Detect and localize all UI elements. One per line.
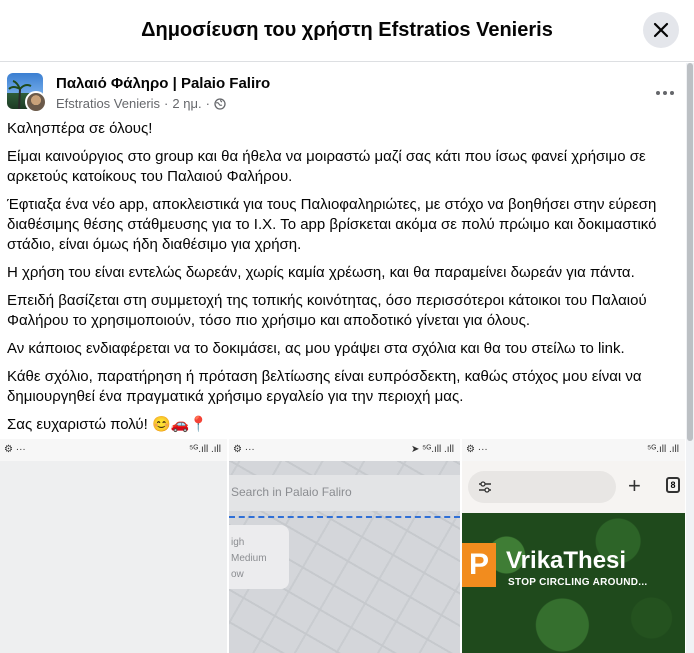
status-left: ⚙ ··· [466,444,488,455]
phone-status-bar: ⚙ ··· ⁵ᴳ.ıll .ıll [0,439,227,461]
post-paragraph: Καλησπέρα σε όλους! [7,120,153,137]
more-options-button[interactable] [653,81,677,105]
post-header: Παλαιό Φάληρο | Palaio Faliro Efstratios… [7,73,677,113]
post-paragraph: Κάθε σχόλιο, παρατήρηση ή πρόταση βελτίω… [7,368,642,405]
post-paragraph: Σας ευχαριστώ πολύ! 😊🚗📍 [7,416,208,433]
user-avatar[interactable] [25,91,47,113]
author-name-link[interactable]: Efstratios Venieris [56,96,160,111]
app-name: VrikaThesi [506,547,627,574]
map-legend: igh Medium ow [229,525,289,589]
post-paragraph: Είμαι καινούργιος στο group και θα ήθελα… [7,148,646,185]
post-paragraph: Αν κάποιος ενδιαφέρεται να το δοκιμάσει,… [7,340,625,357]
more-options-icon [656,91,674,95]
tabs-count-icon: 8 [666,477,680,493]
meta-separator: · [205,96,210,111]
status-left: ⚙ ··· [4,444,26,455]
status-right: ➤ ⁵ᴳ.ıll .ıll [410,444,454,455]
post-image-2[interactable]: ⚙ ··· ➤ ⁵ᴳ.ıll .ıll Search in Palaio Fal… [229,439,460,653]
meta-separator: · [164,96,169,111]
map-search-bar: Search in Palaio Faliro [229,475,460,511]
legend-item: Medium [231,553,267,564]
browser-toolbar: + 8 [462,461,685,513]
app-tagline: STOP CIRCLING AROUND... [508,577,648,588]
post: Παλαιό Φάληρο | Palaio Faliro Efstratios… [0,63,685,653]
close-button[interactable] [643,12,679,48]
site-settings-icon [479,481,491,493]
avatar-group[interactable] [7,73,47,113]
legend-item: igh [231,537,245,548]
map-view: Search in Palaio Faliro igh Medium ow [229,461,460,653]
post-image-1[interactable]: ⚙ ··· ⁵ᴳ.ıll .ıll [0,439,227,653]
group-name-link[interactable]: Παλαιό Φάληρο | Palaio Faliro [56,75,270,92]
scrollbar[interactable] [686,63,694,653]
post-image-gallery: ⚙ ··· ⁵ᴳ.ıll .ıll ⚙ ··· ➤ ⁵ᴳ.ıll .ıll Se… [0,439,685,653]
post-timestamp[interactable]: 2 ημ. [172,96,201,111]
globe-icon [214,97,226,110]
post-text: Καλησπέρα σε όλους! Είμαι καινούργιος στ… [7,119,679,443]
scrollbar-thumb[interactable] [687,63,693,441]
post-meta: Efstratios Venieris · 2 ημ. · [56,96,226,111]
close-icon [653,22,669,38]
dialog-header: Δημοσίευση του χρήστη Efstratios Venieri… [0,0,694,62]
dialog-title: Δημοσίευση του χρήστη Efstratios Venieri… [141,19,553,41]
app-logo-icon: P [462,543,496,587]
status-right: ⁵ᴳ.ıll .ıll [189,444,221,455]
post-image-3[interactable]: ⚙ ··· ⁵ᴳ.ıll .ıll + 8 P VrikaThesi STOP … [462,439,685,653]
browser-url-bar [468,471,616,503]
status-right: ⁵ᴳ.ıll .ıll [647,444,679,455]
map-dashed-line [229,516,460,518]
post-paragraph: Επειδή βασίζεται στη συμμετοχή της τοπικ… [7,292,647,329]
status-left: ⚙ ··· [233,444,255,455]
new-tab-icon: + [628,473,641,498]
legend-item: ow [231,569,244,580]
post-paragraph: Έφτιαξα ένα νέο app, αποκλειστικά για το… [7,196,657,253]
post-paragraph: Η χρήση του είναι εντελώς δωρεάν, χωρίς … [7,264,635,281]
phone-status-bar: ⚙ ··· ⁵ᴳ.ıll .ıll [462,439,685,461]
phone-status-bar: ⚙ ··· ➤ ⁵ᴳ.ıll .ıll [229,439,460,461]
